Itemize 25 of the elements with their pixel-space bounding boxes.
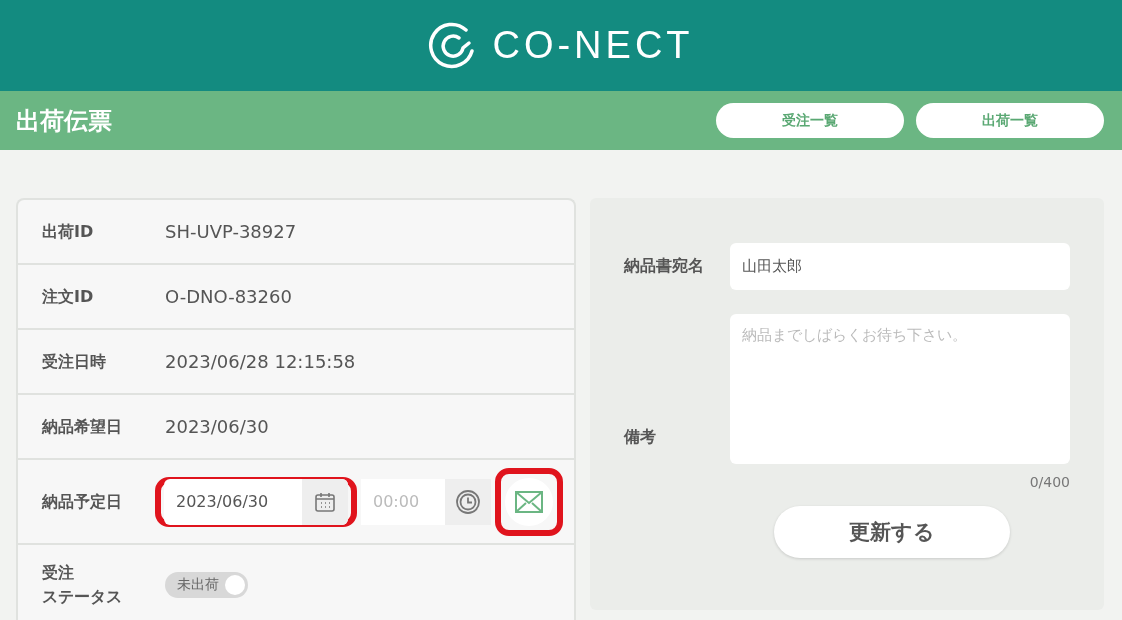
field-value: 2023/06/30 [165, 416, 269, 437]
field-label: 注文ID [42, 285, 95, 308]
field-label: 受注日時 [42, 350, 107, 373]
mail-icon [515, 490, 543, 513]
character-counter: 0/400 [1029, 474, 1070, 490]
field-value: O-DNO-83260 [165, 286, 292, 307]
mail-button[interactable] [505, 477, 553, 526]
field-label: 備考 [624, 427, 657, 448]
field-value: SH-UVP-38927 [165, 221, 297, 242]
update-button[interactable]: 更新する [774, 506, 1010, 558]
date-field[interactable]: 2023/06/30 [164, 478, 348, 525]
field-label: 納品書宛名 [624, 256, 705, 277]
addressee-field[interactable]: 山田太郎 [730, 243, 1070, 290]
field-label: 受注 ステータス [42, 562, 123, 608]
notes-field[interactable]: 納品までしばらくお待ち下さい。 [730, 314, 1070, 464]
page-title: 出荷伝票 [16, 105, 113, 137]
field-label: 納品予定日 [42, 490, 123, 513]
calendar-icon[interactable] [302, 478, 348, 525]
brand-name: CO-NECT [492, 24, 694, 67]
field-label: 納品希望日 [42, 415, 123, 438]
field-label: 出荷ID [42, 220, 95, 243]
clock-icon[interactable] [445, 478, 491, 525]
time-field[interactable]: 00:00 [361, 478, 445, 525]
field-value: 2023/06/28 12:15:58 [165, 351, 356, 372]
status-toggle[interactable]: 未出荷 [165, 572, 248, 598]
